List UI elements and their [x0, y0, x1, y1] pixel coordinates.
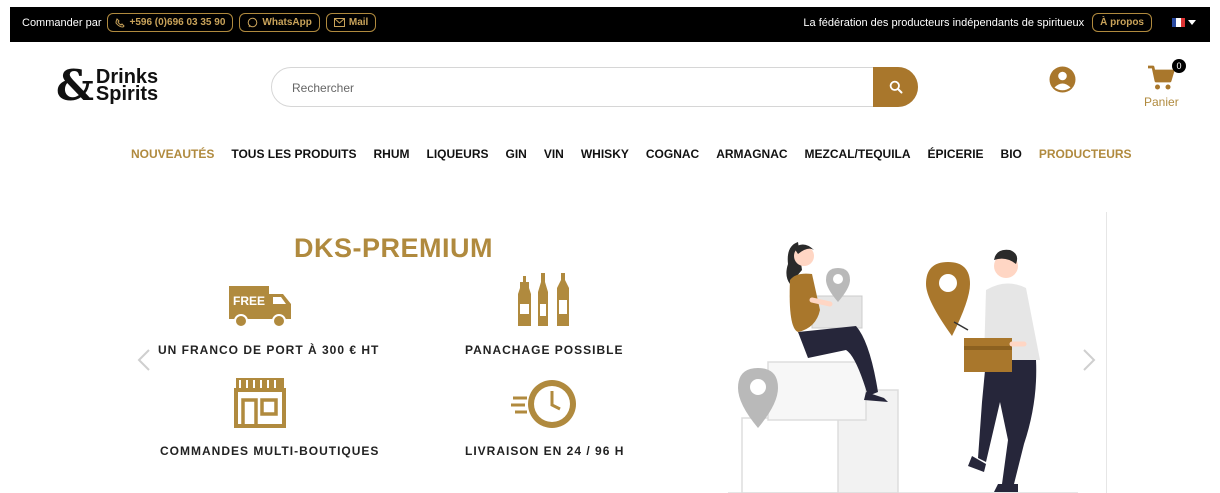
nav-item-vin[interactable]: VIN: [544, 147, 564, 161]
language-selector[interactable]: [1172, 18, 1196, 27]
contact-group: Commander par +596 (0)696 03 35 90 Whats…: [22, 13, 377, 32]
nav-item-cognac[interactable]: COGNAC: [646, 147, 699, 161]
chevron-down-icon: [1188, 20, 1196, 25]
nav-item-producteurs[interactable]: PRODUCTEURS: [1039, 147, 1132, 161]
nav-item-mezcal-tequila[interactable]: MEZCAL/TEQUILA: [805, 147, 911, 161]
search-input[interactable]: [292, 78, 852, 98]
chevron-left-icon[interactable]: [137, 349, 151, 371]
search-bar: [271, 67, 918, 107]
nav-item-tous-les-produits[interactable]: TOUS LES PRODUITS: [231, 147, 356, 161]
logo-ampersand: &: [56, 61, 94, 110]
shop-icon: [234, 378, 286, 428]
truck-free-text: FREE: [233, 294, 265, 308]
mail-icon: [333, 18, 345, 27]
phone-icon: [115, 17, 126, 28]
bottles-icon: [518, 273, 569, 326]
feature-free-shipping: UN FRANCO DE PORT À 300 € HT: [158, 343, 380, 357]
nav-item-gin[interactable]: GIN: [506, 147, 527, 161]
nav-item-whisky[interactable]: WHISKY: [581, 147, 629, 161]
user-icon: [1049, 66, 1076, 93]
fast-clock-icon: [511, 380, 576, 428]
nav-item-rhum[interactable]: RHUM: [373, 147, 409, 161]
site-logo[interactable]: & Drinks Spirits: [56, 61, 159, 110]
cart-count-badge: 0: [1172, 59, 1186, 73]
topbar-right: La fédération des producteurs indépendan…: [803, 13, 1196, 32]
whatsapp-button[interactable]: WhatsApp: [239, 13, 320, 32]
feature-mixing: PANACHAGE POSSIBLE: [465, 343, 624, 357]
french-flag-icon: [1172, 18, 1185, 27]
whatsapp-label: WhatsApp: [262, 17, 312, 28]
feature-delivery-time: LIVRAISON EN 24 / 96 H: [465, 444, 625, 458]
top-bar: Commander par +596 (0)696 03 35 90 Whats…: [10, 7, 1210, 42]
about-button[interactable]: À propos: [1092, 13, 1152, 32]
main-nav: NOUVEAUTÉS TOUS LES PRODUITS RHUM LIQUEU…: [131, 147, 1149, 161]
feature-multi-shop: COMMANDES MULTI-BOUTIQUES: [160, 444, 380, 458]
federation-text: La fédération des producteurs indépendan…: [803, 16, 1085, 29]
mail-label: Mail: [348, 17, 369, 28]
nav-item-armagnac[interactable]: ARMAGNAC: [716, 147, 787, 161]
banner-divider: [1106, 212, 1107, 493]
cart-label: Panier: [1144, 95, 1179, 109]
delivery-people-illustration: [728, 242, 1078, 493]
order-label: Commander par: [22, 16, 102, 29]
search-button[interactable]: [873, 67, 918, 107]
banner-title: DKS-PREMIUM: [294, 233, 493, 263]
phone-number: +596 (0)696 03 35 90: [129, 17, 226, 28]
mail-button[interactable]: Mail: [325, 13, 377, 32]
nav-item-epicerie[interactable]: ÉPICERIE: [928, 147, 984, 161]
search-icon: [889, 80, 902, 94]
nav-item-nouveautes[interactable]: NOUVEAUTÉS: [131, 147, 214, 161]
phone-button[interactable]: +596 (0)696 03 35 90: [107, 13, 234, 32]
account-button[interactable]: [1049, 66, 1076, 98]
logo-line-2: Spirits: [95, 83, 159, 105]
nav-item-bio[interactable]: BIO: [1001, 147, 1022, 161]
delivery-truck-icon: FREE: [229, 286, 291, 328]
whatsapp-icon: [248, 17, 258, 28]
nav-item-liqueurs[interactable]: LIQUEURS: [426, 147, 488, 161]
